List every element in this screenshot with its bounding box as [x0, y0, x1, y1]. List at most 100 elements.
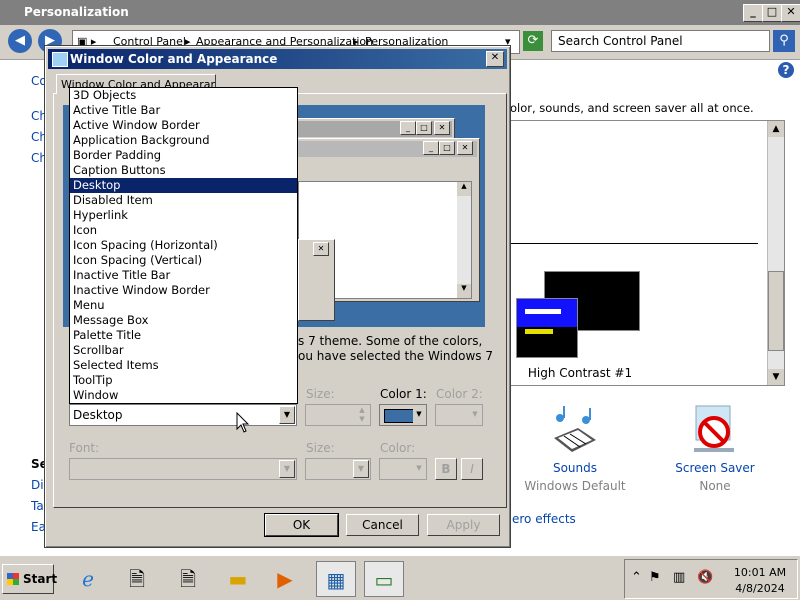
- sounds-icon[interactable]: [550, 404, 600, 456]
- dropdown-option[interactable]: Disabled Item: [70, 193, 297, 208]
- ok-button[interactable]: OK: [264, 513, 339, 537]
- screen-saver-value: None: [699, 479, 731, 493]
- chevron-down-icon[interactable]: ▼: [413, 406, 425, 424]
- dropdown-option[interactable]: Palette Title: [70, 328, 297, 343]
- dropdown-option[interactable]: Inactive Window Border: [70, 283, 297, 298]
- font-size-label: Size:: [306, 441, 335, 455]
- spin-arrows-icon: ▲ ▼: [355, 406, 369, 424]
- display-icon[interactable]: ▭: [364, 561, 404, 597]
- clock-date[interactable]: 4/8/2024: [725, 582, 795, 595]
- dropdown-option[interactable]: Desktop: [70, 178, 297, 193]
- theme-preview-window[interactable]: [516, 298, 578, 358]
- mouse-cursor-icon: [236, 411, 250, 439]
- window-title: Personalization: [24, 5, 129, 19]
- close-button[interactable]: ✕: [781, 4, 800, 22]
- theme-name[interactable]: High Contrast #1: [510, 366, 650, 380]
- dropdown-option[interactable]: Application Background: [70, 133, 297, 148]
- control-panel-icon[interactable]: ▦: [316, 561, 356, 597]
- internet-explorer-icon[interactable]: ℯ: [68, 561, 108, 597]
- bottom-link-partial[interactable]: Ta: [31, 499, 44, 513]
- scroll-thumb[interactable]: [768, 271, 784, 351]
- dropdown-option[interactable]: Menu: [70, 298, 297, 313]
- item-combo[interactable]: Desktop ▼: [69, 404, 297, 426]
- font-combo: ▼: [69, 458, 297, 480]
- dropdown-option[interactable]: Hyperlink: [70, 208, 297, 223]
- dialog-close-button[interactable]: ✕: [486, 51, 504, 67]
- show-hidden-icons-icon[interactable]: ⌃: [631, 570, 642, 585]
- item-dropdown-list[interactable]: 3D Objects Active Title Bar Active Window …: [69, 87, 298, 404]
- dropdown-option[interactable]: Icon Spacing (Horizontal): [70, 238, 297, 253]
- refresh-icon[interactable]: ⟳: [523, 31, 543, 51]
- size-label: Size:: [306, 387, 335, 401]
- size-spinner: ▲ ▼: [305, 404, 371, 426]
- folder-icon[interactable]: ▬: [218, 561, 258, 597]
- minimize-button[interactable]: _: [743, 4, 763, 22]
- dropdown-option[interactable]: Icon: [70, 223, 297, 238]
- dropdown-option[interactable]: Window: [70, 388, 297, 403]
- search-icon[interactable]: ⚲: [773, 30, 795, 52]
- italic-button: I: [461, 458, 483, 480]
- screen-saver-link[interactable]: Screen Saver: [670, 461, 760, 475]
- dropdown-option[interactable]: Message Box: [70, 313, 297, 328]
- dropdown-option[interactable]: ToolTip: [70, 373, 297, 388]
- preview-message-box: ✕: [298, 239, 335, 321]
- description-text: olor, sounds, and screen saver all at on…: [510, 101, 754, 115]
- color2-label: Color 2:: [436, 387, 483, 401]
- scrollbar[interactable]: ▲ ▼: [767, 121, 784, 385]
- windows-logo-icon: [7, 573, 19, 585]
- font-color-label: Color:: [380, 441, 416, 455]
- color1-label: Color 1:: [380, 387, 427, 401]
- system-tray: ⌃ ⚑ ▥ 🔇 10:01 AM 4/8/2024: [624, 559, 798, 599]
- color2-picker: ▼: [435, 404, 483, 426]
- network-icon[interactable]: ▥: [673, 570, 685, 585]
- dialog-info-text: ou have selected the Windows 7: [298, 349, 494, 363]
- dropdown-option[interactable]: Active Window Border: [70, 118, 297, 133]
- bold-button: B: [435, 458, 457, 480]
- help-icon[interactable]: ?: [778, 62, 794, 78]
- media-player-icon[interactable]: ▶: [265, 561, 305, 597]
- dropdown-option[interactable]: Icon Spacing (Vertical): [70, 253, 297, 268]
- dropdown-option[interactable]: Active Title Bar: [70, 103, 297, 118]
- aero-effects-link-partial[interactable]: ero effects: [512, 512, 576, 526]
- apply-button: Apply: [427, 514, 500, 536]
- sounds-scheme: Windows Default: [524, 479, 626, 493]
- scroll-up-icon[interactable]: ▲: [768, 121, 784, 137]
- dialog-info-text: s 7 theme. Some of the colors,: [298, 334, 483, 348]
- dropdown-option[interactable]: Inactive Title Bar: [70, 268, 297, 283]
- volume-muted-icon[interactable]: 🔇: [697, 570, 713, 585]
- color1-swatch: [384, 409, 414, 423]
- dropdown-option[interactable]: Border Padding: [70, 148, 297, 163]
- chevron-down-icon[interactable]: ▼: [279, 406, 295, 424]
- dropdown-option[interactable]: 3D Objects: [70, 88, 297, 103]
- dropdown-option[interactable]: Scrollbar: [70, 343, 297, 358]
- cancel-button[interactable]: Cancel: [346, 514, 419, 536]
- document-icon[interactable]: 🗎: [168, 561, 208, 597]
- chevron-down-icon: ▼: [279, 460, 295, 478]
- window-titlebar[interactable]: Personalization _ □ ✕: [0, 0, 800, 25]
- divider: [508, 243, 758, 244]
- font-color-picker: ▼: [379, 458, 427, 480]
- font-label: Font:: [69, 441, 100, 455]
- document-icon[interactable]: 🗎: [117, 561, 157, 597]
- chevron-down-icon: ▼: [416, 464, 422, 472]
- search-input[interactable]: Search Control Panel: [551, 30, 770, 52]
- preview-inactive-window: _ □ ✕: [293, 118, 455, 140]
- dialog-app-icon: [52, 52, 68, 67]
- start-label: Start: [23, 572, 58, 586]
- chevron-down-icon: ▼: [472, 410, 478, 418]
- screen-saver-icon[interactable]: [688, 404, 740, 456]
- dialog-titlebar[interactable]: Window Color and Appearance ✕: [48, 49, 507, 69]
- maximize-button[interactable]: □: [762, 4, 782, 22]
- color1-picker[interactable]: ▼: [379, 404, 427, 426]
- clock-time[interactable]: 10:01 AM: [725, 566, 795, 579]
- sounds-link[interactable]: Sounds: [540, 461, 610, 475]
- dropdown-option[interactable]: Caption Buttons: [70, 163, 297, 178]
- action-center-flag-icon[interactable]: ⚑: [649, 570, 661, 585]
- scroll-down-icon[interactable]: ▼: [768, 369, 784, 385]
- start-button[interactable]: Start: [2, 564, 58, 594]
- dropdown-option[interactable]: Selected Items: [70, 358, 297, 373]
- item-combo-value: Desktop: [73, 408, 123, 422]
- back-icon[interactable]: ◀: [8, 29, 32, 53]
- font-size-combo: ▼: [305, 458, 371, 480]
- taskbar: Start ℯ 🗎 🗎 ▬ ▶ ▦ ▭ ⌃ ⚑ ▥ 🔇 10:01 AM 4/8…: [0, 555, 800, 600]
